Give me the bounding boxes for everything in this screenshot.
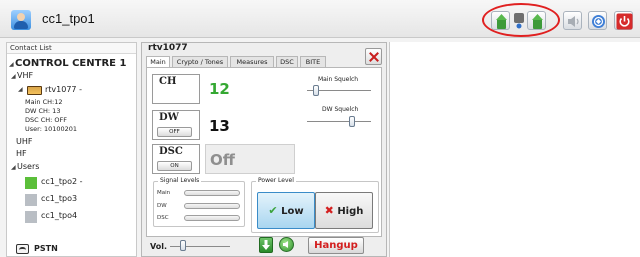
power-high-button[interactable]: ✖ High: [315, 192, 373, 229]
signal-levels-title: Signal Levels: [158, 177, 202, 184]
users-label: Users: [17, 162, 40, 171]
ch-box: CH: [152, 74, 200, 104]
close-button[interactable]: [365, 48, 382, 65]
arrow-down-icon: [262, 240, 270, 250]
tree-item-radio[interactable]: ◢: [18, 84, 24, 93]
user-online-icon: [25, 177, 37, 189]
tree-item-pstn[interactable]: PSTN: [34, 244, 58, 253]
radio-detail-dsc-ch: DSC CH: OFF: [25, 116, 68, 124]
phone-icon: [16, 244, 29, 254]
ptt-down-button[interactable]: [259, 237, 273, 253]
user-item-1[interactable]: cc1_tpo2 -: [41, 177, 83, 186]
expand-arrow-icon[interactable]: ◢: [18, 86, 24, 93]
signal-main-bar: [184, 190, 240, 196]
power-icon: [616, 13, 633, 30]
speaker-button[interactable]: [563, 11, 582, 30]
signal-dw-bar: [184, 203, 240, 209]
signal-levels-group: Signal Levels Main DW DSC: [153, 177, 245, 227]
volume-track: [170, 246, 230, 247]
ch-value: 12: [209, 80, 230, 98]
signal-dw-label: DW: [157, 203, 167, 209]
dw-box: DW OFF: [152, 110, 200, 140]
radio-detail-main-ch: Main CH:12: [25, 98, 63, 106]
signal-dsc-bar: [184, 215, 240, 221]
tree-item-control-centre[interactable]: ◢CONTROL CENTRE 1: [9, 58, 126, 69]
tree-item-hf[interactable]: HF: [16, 149, 27, 158]
dw-label: DW: [159, 112, 179, 123]
signal-main-label: Main: [157, 190, 171, 196]
tree-item-uhf[interactable]: UHF: [16, 137, 32, 146]
dsc-label: DSC: [159, 146, 183, 157]
user-title: cc1_tpo1: [42, 11, 95, 26]
network-icon: [592, 15, 605, 28]
power-level-group: Power Level ✔ Low ✖ High: [251, 177, 379, 233]
dsc-value-box: Off: [205, 144, 295, 174]
power-low-label: Low: [281, 206, 304, 217]
title-bar: cc1_tpo1: [0, 0, 640, 38]
user-avatar-icon: [11, 10, 31, 30]
dw-value-box: 13: [205, 110, 295, 140]
volume-label: Vol.: [150, 242, 168, 251]
hangup-button[interactable]: Hangup: [308, 237, 364, 254]
power-high-label: High: [337, 206, 364, 217]
ch-label: CH: [159, 76, 177, 87]
radio-detail-user: User: 10100201: [25, 125, 78, 133]
cross-icon: ✖: [324, 204, 334, 217]
dw-squelch-label: DW Squelch: [322, 106, 359, 113]
radio-name[interactable]: rtv1077 -: [45, 85, 82, 94]
main-squelch-slider[interactable]: [313, 85, 319, 96]
tree-item-users[interactable]: ◢Users: [11, 162, 39, 171]
speaker-on-button[interactable]: [279, 237, 294, 252]
radio-detail-dw-ch: DW CH: 13: [25, 107, 61, 115]
radio-device-icon: [27, 86, 42, 95]
app-window: cc1_tpo1 Contact List ◢CONTROL CENTRE 1 …: [0, 0, 640, 257]
right-workspace: [389, 42, 640, 257]
network-button[interactable]: [588, 11, 607, 30]
control-centre-label: CONTROL CENTRE 1: [15, 58, 127, 69]
tab-main-content: CH 12 DW OFF 13 DSC ON Off Main Squelch …: [146, 67, 382, 237]
speaker-on-icon: [283, 241, 288, 248]
vhf-label: VHF: [17, 71, 34, 80]
power-low-button[interactable]: ✔ Low: [257, 192, 315, 229]
dsc-box: DSC ON: [152, 144, 200, 174]
tab-crypto-tones[interactable]: Crypto / Tones: [172, 56, 228, 67]
user-offline-icon: [25, 194, 37, 206]
ch-value-box: 12: [205, 74, 295, 104]
panel-title: rtv1077: [148, 43, 188, 53]
highlight-callout: [482, 3, 560, 37]
contact-list-panel: Contact List ◢CONTROL CENTRE 1 ◢VHF ◢ rt…: [6, 42, 137, 257]
dw-toggle-button[interactable]: OFF: [157, 127, 192, 137]
volume-slider[interactable]: [180, 240, 186, 251]
checkmark-icon: ✔: [268, 204, 278, 217]
speaker-icon: [568, 16, 579, 27]
power-level-title: Power Level: [256, 177, 296, 184]
tab-measures[interactable]: Measures: [230, 56, 274, 67]
signal-dsc-label: DSC: [157, 215, 169, 221]
dw-squelch-track: [307, 121, 371, 122]
main-squelch-label: Main Squelch: [318, 76, 359, 83]
radio-control-panel: rtv1077 Main Crypto / Tones Measures DSC…: [141, 42, 387, 257]
dsc-toggle-button[interactable]: ON: [157, 161, 192, 171]
tab-dsc[interactable]: DSC: [276, 56, 298, 67]
user-item-3[interactable]: cc1_tpo4: [41, 211, 77, 220]
user-offline-icon: [25, 211, 37, 223]
dw-value: 13: [209, 117, 230, 135]
power-button[interactable]: [614, 11, 633, 30]
user-item-2[interactable]: cc1_tpo3: [41, 194, 77, 203]
dw-squelch-slider[interactable]: [349, 116, 355, 127]
dsc-value: Off: [210, 151, 235, 169]
contact-list-header: Contact List: [7, 43, 136, 54]
tab-bite[interactable]: BITE: [300, 56, 326, 67]
tree-item-vhf[interactable]: ◢VHF: [11, 71, 33, 80]
